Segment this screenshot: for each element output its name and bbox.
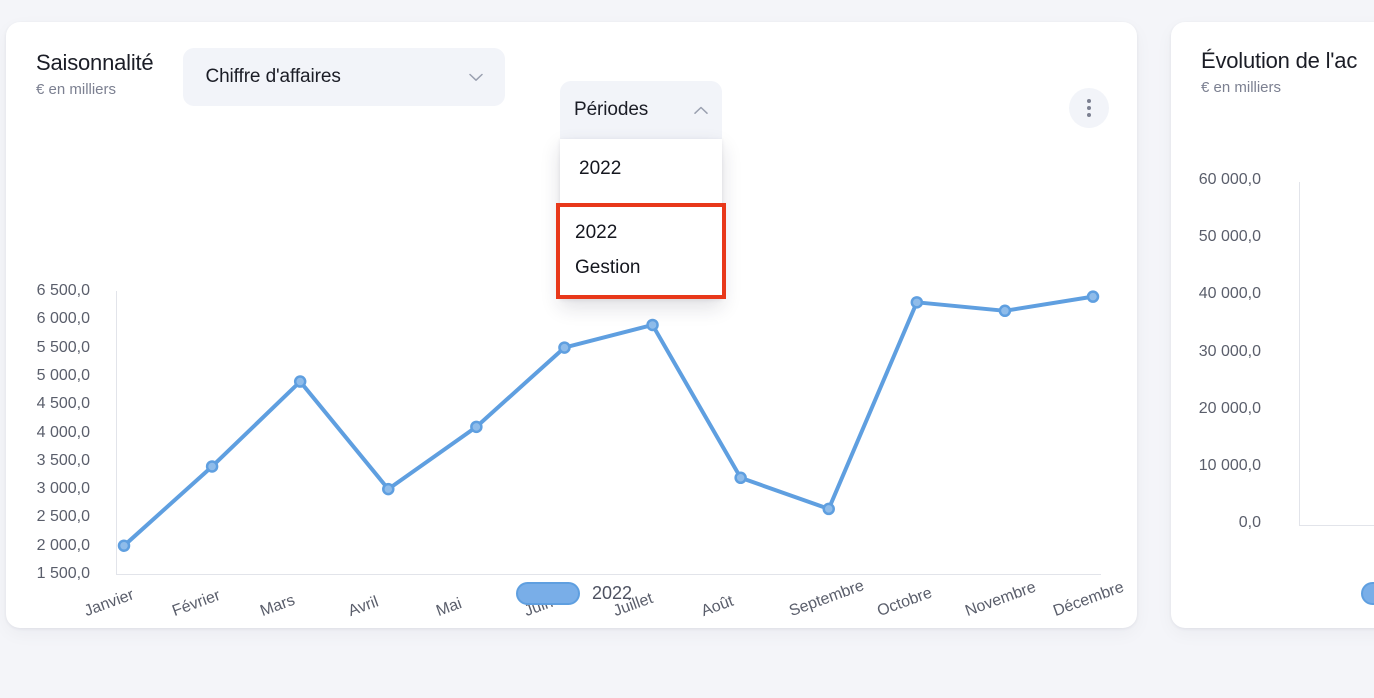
chart-legend: 2022: [516, 582, 632, 605]
side-legend-swatch[interactable]: [1361, 582, 1374, 605]
metric-select-value: Chiffre d'affaires: [205, 66, 341, 87]
periods-dropdown: Périodes 2022 2022 Gestion: [556, 81, 726, 299]
data-point[interactable]: [470, 420, 483, 434]
data-point[interactable]: [382, 482, 395, 496]
data-point[interactable]: [117, 539, 131, 552]
side-y-axis-tick: 30 000,0: [1198, 342, 1261, 360]
data-point[interactable]: [822, 502, 835, 516]
dashboard-board: Saisonnalité € en milliers Chiffre d'aff…: [0, 0, 1374, 698]
periods-option-line-1: 2022: [575, 222, 618, 243]
data-point[interactable]: [293, 375, 307, 388]
chevron-up-icon: [694, 106, 708, 115]
side-y-axis-tick: 20 000,0: [1198, 399, 1261, 417]
periods-dropdown-label: Périodes: [574, 99, 649, 120]
metric-select[interactable]: Chiffre d'affaires: [183, 48, 506, 106]
periods-option-2022[interactable]: 2022: [560, 139, 722, 203]
page-title: Saisonnalité: [36, 50, 154, 75]
side-y-axis-line: [1299, 182, 1300, 525]
side-card-title: Évolution de l'ac: [1201, 48, 1358, 73]
evolution-card: Évolution de l'ac € en milliers 60 000,0…: [1171, 22, 1374, 628]
data-point[interactable]: [734, 471, 747, 485]
saisonnalite-card: Saisonnalité € en milliers Chiffre d'aff…: [6, 22, 1137, 628]
side-card-header: Évolution de l'ac € en milliers: [1171, 22, 1374, 99]
series-line-2022: [122, 294, 1095, 548]
side-y-axis-labels: 60 000,0 50 000,0 40 000,0 30 000,0 20 000,0…: [1181, 171, 1273, 531]
card-title-block: Saisonnalité € en milliers: [36, 48, 154, 101]
data-point[interactable]: [558, 341, 571, 354]
side-y-axis-tick: 50 000,0: [1198, 228, 1261, 246]
legend-label-2022: 2022: [592, 583, 633, 603]
data-point[interactable]: [998, 304, 1012, 318]
periods-dropdown-menu: 2022 2022 Gestion: [556, 139, 726, 299]
side-x-axis-line: [1299, 525, 1374, 526]
periods-option-2022-gestion[interactable]: 2022 Gestion: [556, 203, 726, 299]
chevron-down-icon: [469, 73, 484, 82]
periods-option-line-2: Gestion: [575, 257, 641, 278]
periods-dropdown-trigger[interactable]: Périodes: [560, 81, 722, 139]
legend-swatch-2022[interactable]: [516, 582, 580, 605]
data-point[interactable]: [646, 318, 659, 332]
side-chart-legend: [1361, 582, 1374, 605]
data-point[interactable]: [910, 296, 924, 309]
side-card-subtitle: € en milliers: [1201, 79, 1282, 96]
side-y-axis-tick: 0,0: [1238, 514, 1261, 531]
side-y-axis-tick: 40 000,0: [1198, 285, 1261, 303]
side-y-axis-tick: 60 000,0: [1198, 171, 1261, 188]
data-point[interactable]: [205, 460, 219, 473]
side-y-axis-tick: 10 000,0: [1198, 456, 1261, 474]
card-subtitle: € en milliers: [36, 81, 117, 98]
data-point[interactable]: [1086, 290, 1100, 303]
kebab-dot: [1087, 99, 1091, 103]
